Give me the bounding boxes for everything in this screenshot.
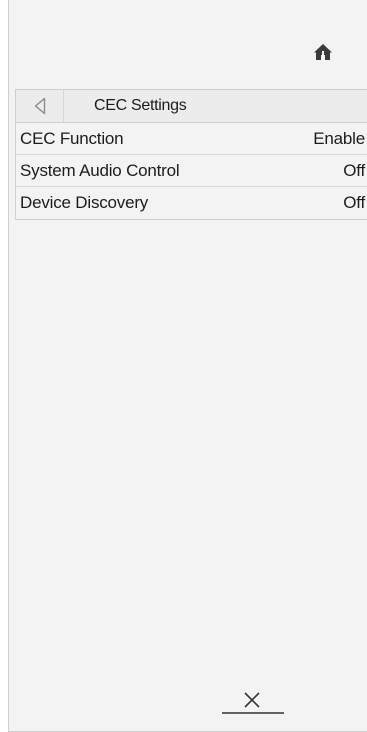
menu-item-label: System Audio Control bbox=[20, 160, 180, 180]
close-icon bbox=[222, 692, 284, 714]
back-triangle-icon bbox=[34, 97, 45, 115]
back-button[interactable] bbox=[16, 90, 64, 122]
home-button[interactable] bbox=[312, 42, 334, 62]
menu-item-value: Off bbox=[343, 193, 365, 212]
settings-panel: CEC Settings CEC Function Enable System … bbox=[8, 0, 367, 732]
menu-item-label: Device Discovery bbox=[20, 193, 149, 212]
cec-settings-menu: CEC Settings CEC Function Enable System … bbox=[15, 89, 367, 220]
menu-title: CEC Settings bbox=[94, 97, 187, 114]
menu-item-label: CEC Function bbox=[20, 128, 124, 148]
home-icon bbox=[314, 44, 332, 60]
menu-item-value: Off bbox=[343, 160, 365, 180]
menu-header: CEC Settings bbox=[16, 90, 367, 123]
menu-item-system-audio-control[interactable]: System Audio Control Off bbox=[16, 155, 367, 187]
close-button[interactable] bbox=[222, 688, 284, 716]
menu-item-value: Enable bbox=[313, 128, 365, 148]
menu-item-device-discovery[interactable]: Device Discovery Off bbox=[16, 187, 367, 219]
menu-item-cec-function[interactable]: CEC Function Enable bbox=[16, 123, 367, 155]
